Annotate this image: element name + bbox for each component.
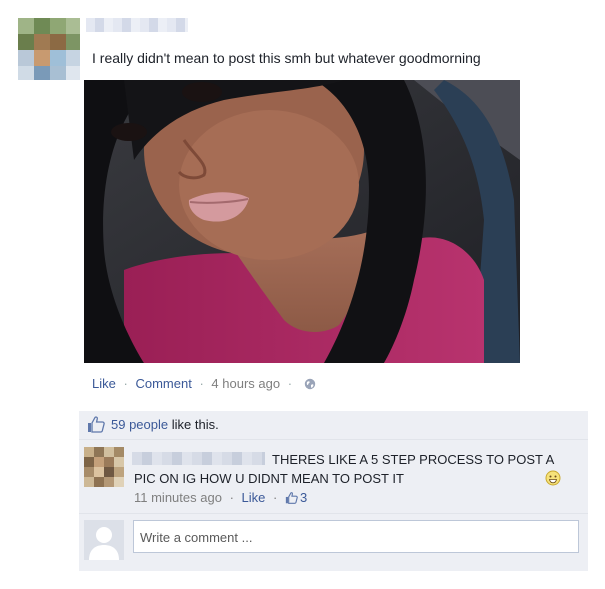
comment-timestamp[interactable]: 11 minutes ago — [134, 490, 222, 505]
post-photo[interactable] — [84, 80, 520, 363]
separator-dot: · — [287, 376, 293, 391]
author-avatar[interactable] — [18, 18, 80, 80]
comment-like-count-value: 3 — [299, 490, 308, 505]
like-link[interactable]: Like — [92, 376, 116, 391]
separator-dot: · — [123, 376, 128, 391]
likes-text: 59 people like this. — [111, 417, 219, 432]
separator-dot: · — [273, 490, 278, 505]
default-user-icon — [84, 520, 124, 560]
commenter-avatar[interactable] — [84, 447, 124, 487]
globe-icon[interactable] — [304, 378, 316, 393]
author-avatar-image — [18, 18, 80, 80]
comment-composer: Write a comment ... — [79, 514, 588, 571]
selfie-photo-illustration — [84, 80, 520, 363]
comment-like-link[interactable]: Like — [242, 490, 266, 505]
separator-dot: · — [199, 376, 204, 391]
likes-count-link[interactable]: 59 people — [111, 417, 168, 432]
likes-suffix: like this. — [168, 417, 219, 432]
comment-text-block: THERES LIKE A 5 STEP PROCESS TO POST A P… — [134, 450, 578, 491]
comment-link[interactable]: Comment — [135, 376, 191, 391]
likes-summary: 59 people like this. — [79, 411, 588, 440]
thumbs-up-icon — [285, 492, 298, 507]
thumbs-up-icon — [87, 416, 105, 436]
separator-dot: · — [229, 490, 234, 505]
status-text: I really didn't mean to post this smh bu… — [92, 50, 481, 66]
commenter-avatar-image — [84, 447, 124, 487]
comment-like-count[interactable]: 3 — [285, 490, 307, 505]
comments-panel: 59 people like this. THERES LIKE A 5 STE… — [79, 411, 588, 571]
post-actions: Like · Comment · 4 hours ago · — [92, 376, 316, 393]
comment-meta: 11 minutes ago · Like · 3 — [134, 490, 307, 507]
author-name-redacted[interactable] — [86, 18, 188, 32]
post-timestamp[interactable]: 4 hours ago — [211, 376, 280, 391]
comment-input[interactable]: Write a comment ... — [133, 520, 579, 553]
comment-item: THERES LIKE A 5 STEP PROCESS TO POST A P… — [79, 440, 588, 514]
smile-emoji-icon — [407, 470, 561, 491]
